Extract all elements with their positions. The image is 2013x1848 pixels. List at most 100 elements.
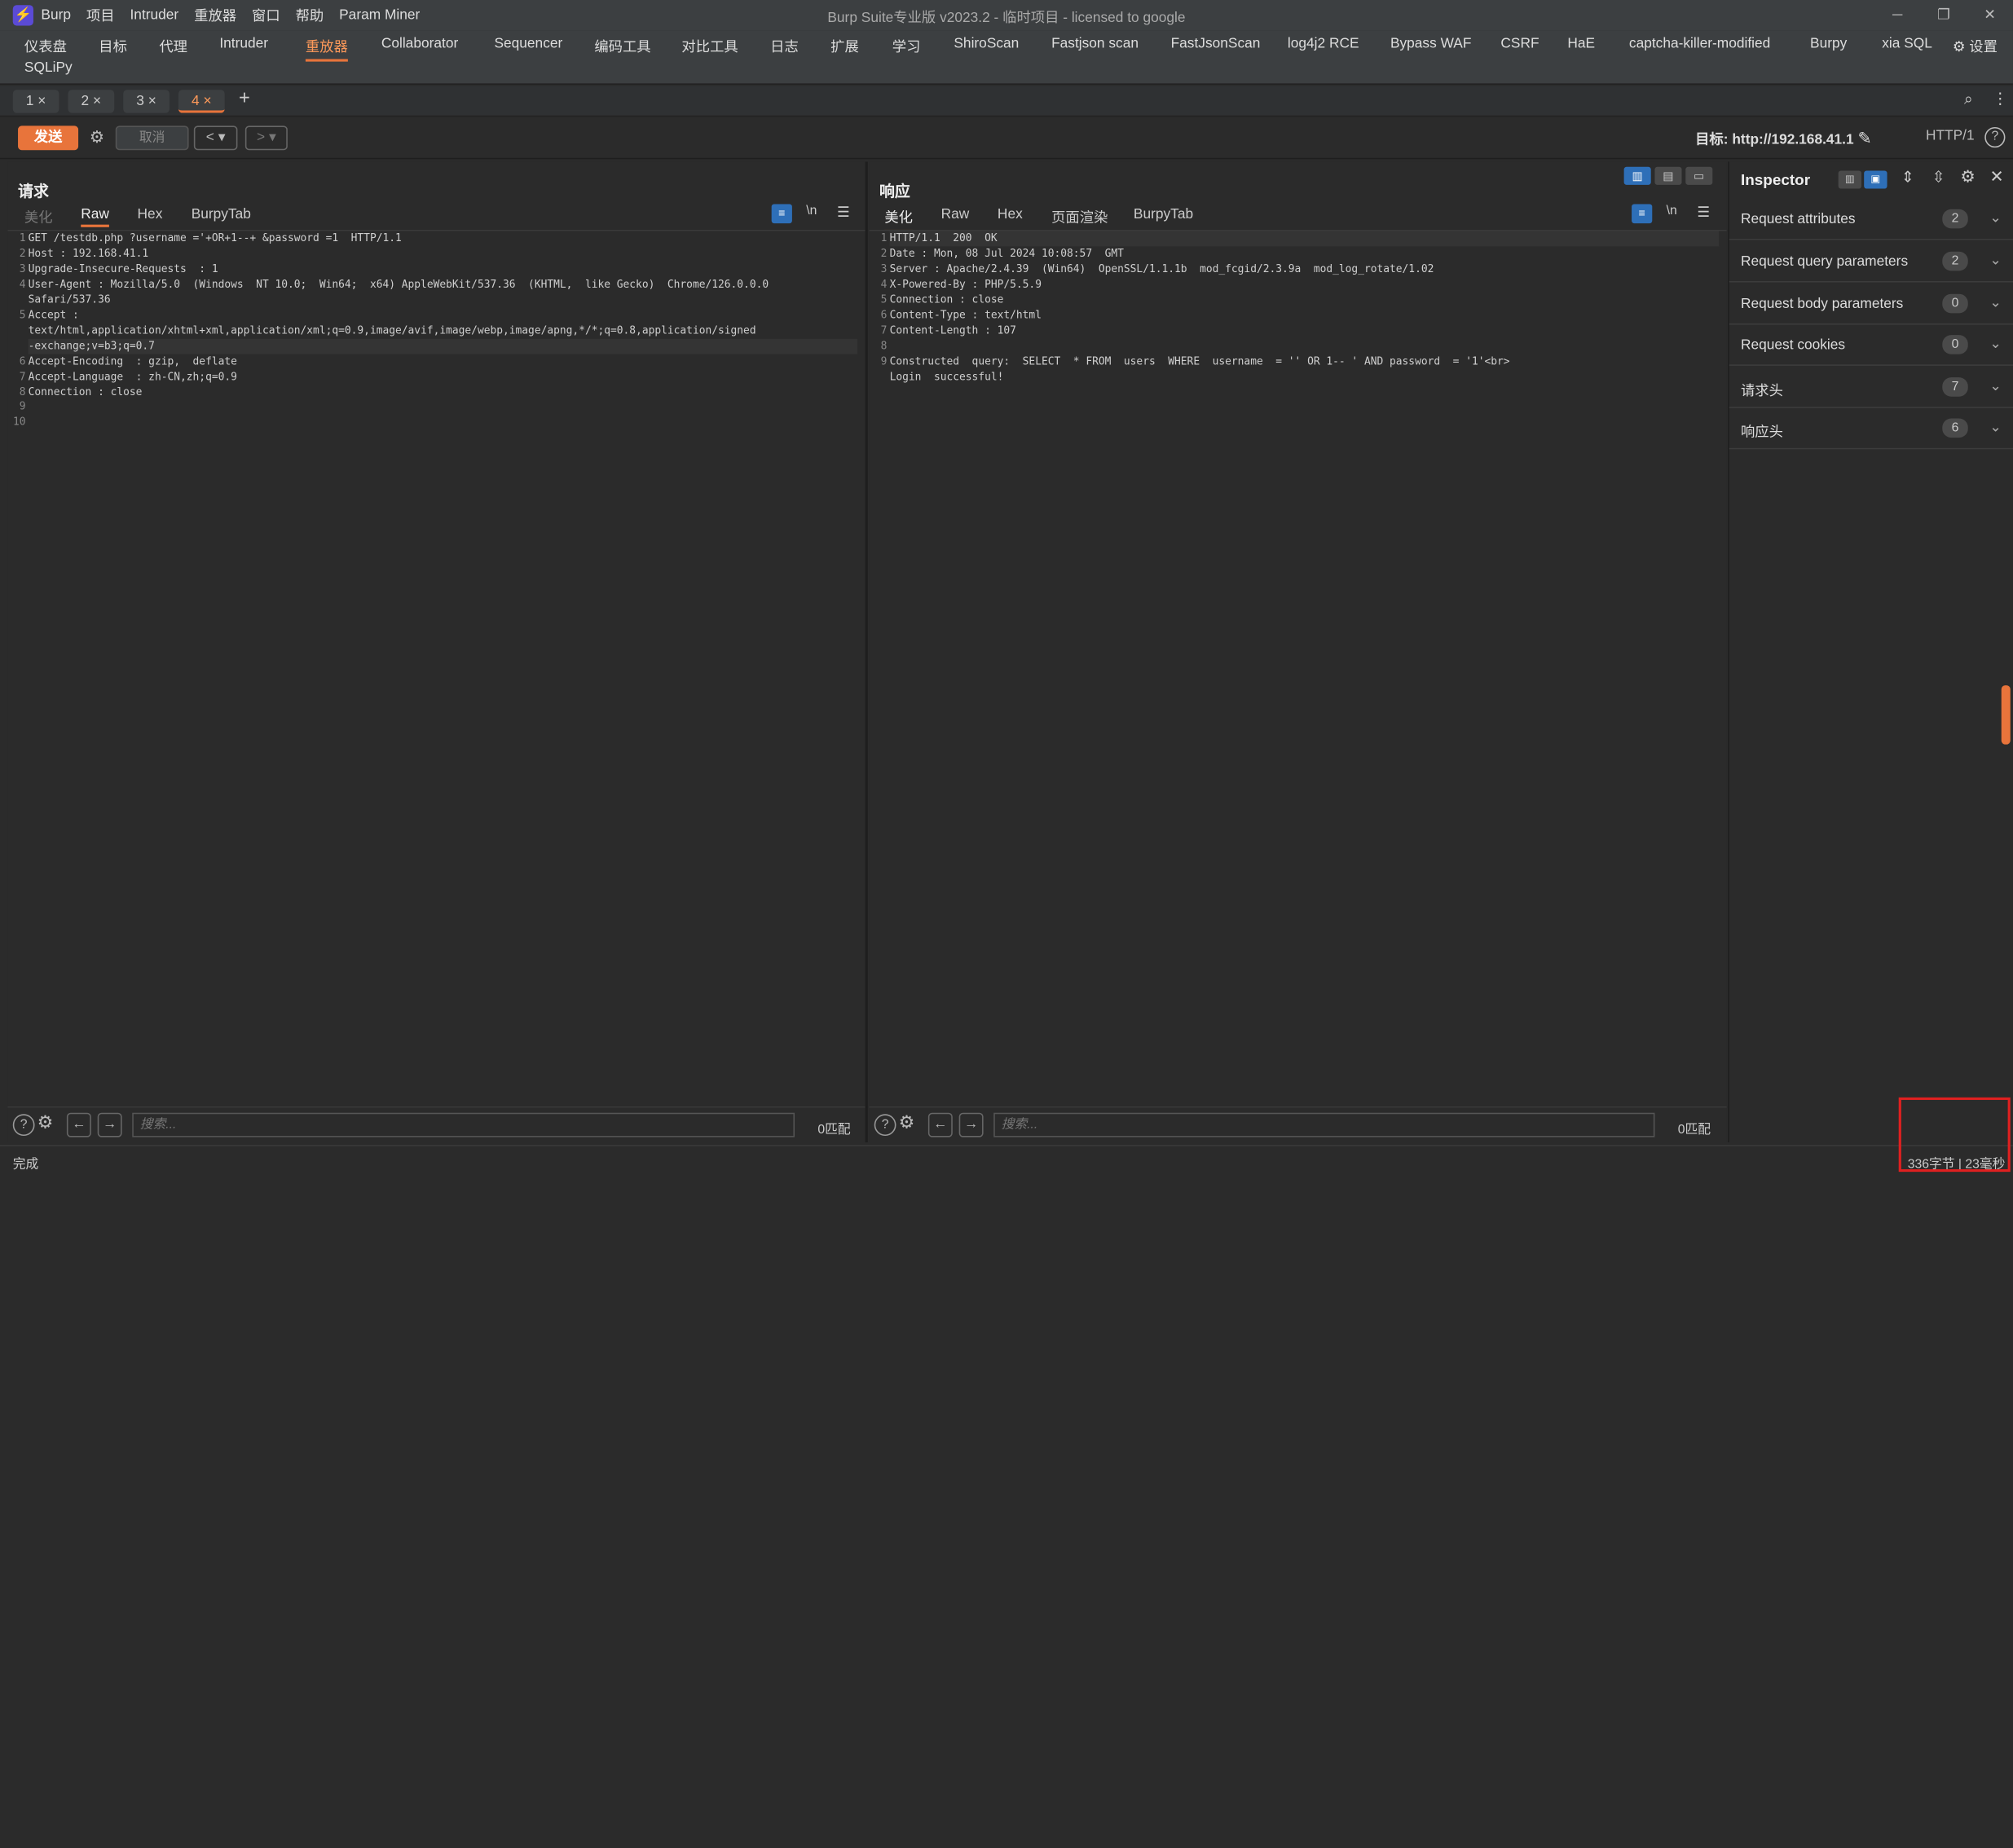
response-tab-pretty[interactable]: 美化 — [884, 207, 913, 233]
more-options-icon[interactable]: ⋮ — [1993, 90, 2008, 108]
tab-decoder[interactable]: 编码工具 — [594, 36, 650, 56]
send-settings-gear-icon[interactable]: ⚙ — [85, 125, 109, 150]
menu-param-miner[interactable]: Param Miner — [339, 7, 420, 23]
code-line[interactable]: GET /testdb.php ?username ='+OR+1--+ &pa… — [29, 231, 858, 247]
response-tab-burpytab[interactable]: BurpyTab — [1134, 207, 1193, 222]
tab-collaborator[interactable]: Collaborator — [381, 36, 458, 51]
request-tab-burpytab[interactable]: BurpyTab — [192, 207, 251, 222]
previous-match-arrow-icon[interactable]: ← — [927, 1112, 953, 1137]
tab-fastjson-scan[interactable]: Fastjson scan — [1051, 36, 1139, 51]
code-line[interactable] — [29, 415, 858, 430]
code-line[interactable]: Upgrade-Insecure-Requests : 1 — [29, 262, 858, 277]
request-text[interactable]: GET /testdb.php ?username ='+OR+1--+ &pa… — [28, 231, 858, 431]
show-newlines-toggle[interactable]: \n — [1667, 204, 1677, 218]
request-editor[interactable]: 1 2 3 4 5 6 7 8 9 10 GET /testdb.php ?username … — [7, 229, 866, 1106]
help-icon[interactable]: ? — [1984, 126, 2006, 148]
collapse-all-icon[interactable]: ⇳ — [1932, 168, 1945, 186]
chevron-down-icon[interactable]: ⌄ — [1989, 419, 2002, 435]
menu-help[interactable]: 帮助 — [296, 5, 324, 25]
code-line[interactable]: Accept : — [29, 308, 858, 323]
code-line[interactable] — [890, 338, 1720, 354]
next-match-arrow-icon[interactable]: → — [97, 1112, 122, 1137]
response-text[interactable]: HTTP/1.1 200 OK Date : Mon, 08 Jul 2024 1… — [889, 231, 1720, 385]
restore-icon[interactable]: ❐ — [1920, 0, 1967, 31]
chevron-down-icon[interactable]: ⌄ — [1989, 209, 2002, 226]
settings-button[interactable]: ⚙ 设置 — [1953, 36, 1998, 56]
code-line[interactable]: text/html,application/xhtml+xml,applicat… — [29, 323, 858, 339]
inspector-settings-gear-icon[interactable]: ⚙ — [1960, 167, 1975, 187]
show-newlines-toggle[interactable]: \n — [806, 204, 817, 218]
help-icon[interactable]: ? — [874, 1114, 896, 1137]
tab-bypass-waf[interactable]: Bypass WAF — [1390, 36, 1472, 51]
code-line[interactable]: X-Powered-By : PHP/5.5.9 — [890, 277, 1720, 293]
code-line[interactable]: Accept-Language : zh-CN,zh;q=0.9 — [29, 369, 858, 385]
inspector-row-request-attributes[interactable]: Request attributes 2 ⌄ — [1729, 199, 2013, 240]
wrap-lines-icon[interactable]: ≡ — [1632, 204, 1653, 224]
editor-menu-icon[interactable]: ☰ — [837, 204, 850, 221]
code-line[interactable]: Server : Apache/2.4.39 (Win64) OpenSSL/1… — [890, 262, 1720, 277]
close-window-icon[interactable]: ✕ — [1967, 0, 2013, 31]
tab-hae[interactable]: HaE — [1567, 36, 1595, 51]
menu-burp[interactable]: Burp — [41, 7, 71, 23]
response-search-input[interactable]: 搜索... — [993, 1112, 1655, 1137]
tab-learn[interactable]: 学习 — [892, 36, 921, 56]
code-line[interactable]: Date : Mon, 08 Jul 2024 10:08:57 GMT — [890, 246, 1720, 262]
inspector-row-body-parameters[interactable]: Request body parameters 0 ⌄ — [1729, 284, 2013, 325]
code-line[interactable]: Content-Type : text/html — [890, 308, 1720, 323]
code-line[interactable]: Content-Length : 107 — [890, 323, 1720, 339]
inspector-row-query-parameters[interactable]: Request query parameters 2 ⌄ — [1729, 241, 2013, 283]
code-line[interactable]: Connection : close — [890, 293, 1720, 308]
code-line[interactable]: Connection : close — [29, 385, 858, 400]
back-history-button[interactable]: < ▾ — [193, 125, 238, 151]
wrap-lines-icon[interactable]: ≡ — [771, 204, 792, 224]
tab-csrf[interactable]: CSRF — [1500, 36, 1539, 51]
menu-window[interactable]: 窗口 — [252, 5, 280, 25]
menu-intruder[interactable]: Intruder — [130, 7, 178, 23]
layout-stacked-icon[interactable]: ▤ — [1654, 166, 1682, 185]
response-tab-render[interactable]: 页面渲染 — [1051, 207, 1108, 227]
tab-sqlipy[interactable]: SQLiPy — [24, 60, 73, 76]
target-label[interactable]: 目标: http://192.168.41.1 ✎ — [1695, 129, 1872, 149]
next-match-arrow-icon[interactable]: → — [958, 1112, 984, 1137]
inspector-row-response-headers[interactable]: 响应头 6 ⌄ — [1729, 408, 2013, 450]
repeater-tab-2[interactable]: 2 × — [68, 90, 115, 113]
layout-tabs-icon[interactable]: ▭ — [1685, 166, 1713, 185]
chevron-down-icon[interactable]: ⌄ — [1989, 294, 2002, 310]
tab-logger[interactable]: 日志 — [770, 36, 799, 56]
chevron-down-icon[interactable]: ⌄ — [1989, 377, 2002, 394]
pane-divider[interactable] — [865, 161, 868, 1142]
tab-intruder[interactable]: Intruder — [219, 36, 268, 51]
tab-captcha-killer[interactable]: captcha-killer-modified — [1629, 36, 1770, 51]
code-line[interactable]: Accept-Encoding : gzip, deflate — [29, 354, 858, 369]
tab-comparer[interactable]: 对比工具 — [681, 36, 738, 56]
code-line[interactable]: -exchange;v=b3;q=0.7 — [28, 338, 858, 354]
response-tab-hex[interactable]: Hex — [998, 207, 1023, 222]
expand-all-icon[interactable]: ⇕ — [1901, 168, 1914, 186]
http-version[interactable]: HTTP/1 — [1926, 129, 1975, 144]
minimize-icon[interactable]: ─ — [1874, 0, 1921, 31]
scrollbar-thumb[interactable] — [2001, 685, 2011, 745]
tab-sequencer[interactable]: Sequencer — [494, 36, 562, 51]
forward-history-button[interactable]: > ▾ — [244, 125, 288, 151]
code-line[interactable]: Host : 192.168.41.1 — [29, 246, 858, 262]
response-tab-raw[interactable]: Raw — [941, 207, 970, 222]
tab-log4j2-rce[interactable]: log4j2 RCE — [1288, 36, 1359, 51]
tab-xia-sql[interactable]: xia SQL — [1882, 36, 1932, 51]
add-tab-icon[interactable]: + — [239, 87, 250, 109]
inspector-row-cookies[interactable]: Request cookies 0 ⌄ — [1729, 325, 2013, 366]
code-line[interactable]: HTTP/1.1 200 OK — [889, 231, 1720, 247]
code-line[interactable]: Login successful! — [890, 369, 1720, 385]
inspector-layout-active-icon[interactable]: ▣ — [1864, 170, 1887, 189]
tab-extensions[interactable]: 扩展 — [830, 36, 859, 56]
help-icon[interactable]: ? — [12, 1114, 35, 1137]
repeater-tab-4[interactable]: 4 × — [178, 90, 225, 113]
inspector-row-request-headers[interactable]: 请求头 7 ⌄ — [1729, 367, 2013, 408]
cancel-button[interactable]: 取消 — [115, 125, 189, 151]
tab-dashboard[interactable]: 仪表盘 — [24, 36, 67, 56]
code-line[interactable]: Safari/537.36 — [29, 293, 858, 308]
inspector-layout-icon[interactable]: ▥ — [1838, 170, 1862, 189]
response-editor[interactable]: 123456789 HTTP/1.1 200 OK Date : Mon, 08 … — [869, 229, 1727, 1106]
edit-pencil-icon[interactable]: ✎ — [1857, 129, 1871, 148]
layout-side-by-side-icon[interactable]: ▥ — [1623, 166, 1651, 185]
editor-menu-icon[interactable]: ☰ — [1697, 204, 1710, 221]
